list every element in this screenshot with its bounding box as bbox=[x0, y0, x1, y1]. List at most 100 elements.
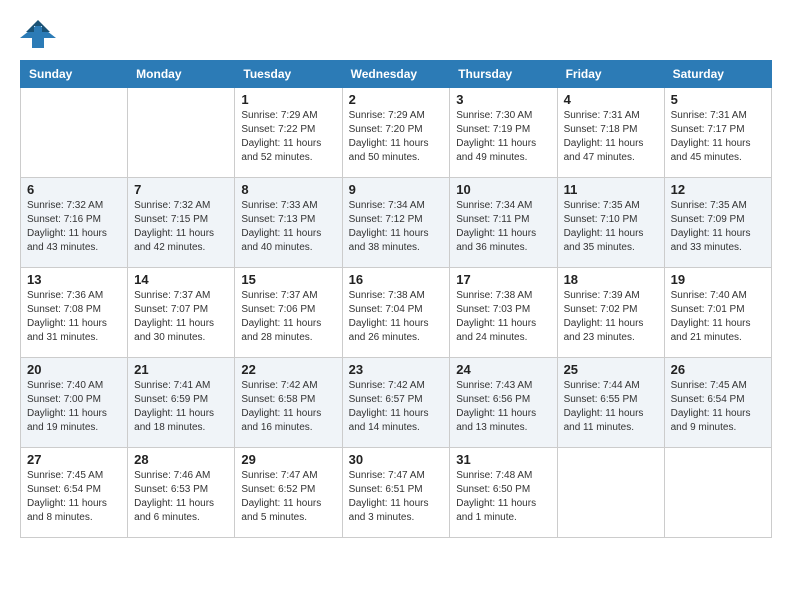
calendar-cell: 20 Sunrise: 7:40 AM Sunset: 7:00 PM Dayli… bbox=[21, 358, 128, 448]
day-info: Sunrise: 7:31 AM Sunset: 7:18 PM Dayligh… bbox=[564, 109, 658, 165]
day-number: 11 bbox=[564, 182, 658, 197]
weekday-header: Wednesday bbox=[342, 61, 450, 88]
day-info: Sunrise: 7:29 AM Sunset: 7:22 PM Dayligh… bbox=[241, 109, 335, 165]
day-info: Sunrise: 7:35 AM Sunset: 7:09 PM Dayligh… bbox=[671, 199, 765, 255]
day-number: 28 bbox=[134, 452, 228, 467]
day-number: 8 bbox=[241, 182, 335, 197]
day-number: 1 bbox=[241, 92, 335, 107]
calendar-week-row: 13 Sunrise: 7:36 AM Sunset: 7:08 PM Dayli… bbox=[21, 268, 772, 358]
calendar-week-row: 27Sunrise: 7:45 AM Sunset: 6:54 PM Dayli… bbox=[21, 448, 772, 538]
calendar-cell: 14 Sunrise: 7:37 AM Sunset: 7:07 PM Dayli… bbox=[128, 268, 235, 358]
calendar-cell: 8 Sunrise: 7:33 AM Sunset: 7:13 PM Daylig… bbox=[235, 178, 342, 268]
day-info: Sunrise: 7:43 AM Sunset: 6:56 PM Dayligh… bbox=[456, 379, 550, 435]
day-info: Sunrise: 7:42 AM Sunset: 6:58 PM Dayligh… bbox=[241, 379, 335, 435]
day-number: 26 bbox=[671, 362, 765, 377]
calendar-cell: 19 Sunrise: 7:40 AM Sunset: 7:01 PM Dayli… bbox=[664, 268, 771, 358]
weekday-header: Saturday bbox=[664, 61, 771, 88]
day-info: Sunrise: 7:40 AM Sunset: 7:01 PM Dayligh… bbox=[671, 289, 765, 345]
calendar-cell: 12 Sunrise: 7:35 AM Sunset: 7:09 PM Dayli… bbox=[664, 178, 771, 268]
day-info: Sunrise: 7:38 AM Sunset: 7:03 PM Dayligh… bbox=[456, 289, 550, 345]
calendar-cell: 26 Sunrise: 7:45 AM Sunset: 6:54 PM Dayli… bbox=[664, 358, 771, 448]
day-info: Sunrise: 7:37 AM Sunset: 7:06 PM Dayligh… bbox=[241, 289, 335, 345]
day-number: 3 bbox=[456, 92, 550, 107]
calendar-cell bbox=[128, 88, 235, 178]
day-number: 22 bbox=[241, 362, 335, 377]
calendar-cell: 21 Sunrise: 7:41 AM Sunset: 6:59 PM Dayli… bbox=[128, 358, 235, 448]
calendar-cell: 25Sunrise: 7:44 AM Sunset: 6:55 PM Dayli… bbox=[557, 358, 664, 448]
day-info: Sunrise: 7:39 AM Sunset: 7:02 PM Dayligh… bbox=[564, 289, 658, 345]
calendar-cell: 4 Sunrise: 7:31 AM Sunset: 7:18 PM Daylig… bbox=[557, 88, 664, 178]
day-number: 10 bbox=[456, 182, 550, 197]
calendar-cell bbox=[21, 88, 128, 178]
day-info: Sunrise: 7:32 AM Sunset: 7:16 PM Dayligh… bbox=[27, 199, 121, 255]
logo-icon bbox=[20, 20, 56, 50]
calendar-cell: 23Sunrise: 7:42 AM Sunset: 6:57 PM Dayli… bbox=[342, 358, 450, 448]
day-number: 19 bbox=[671, 272, 765, 287]
calendar-cell: 9Sunrise: 7:34 AM Sunset: 7:12 PM Daylig… bbox=[342, 178, 450, 268]
calendar-cell: 31 Sunrise: 7:48 AM Sunset: 6:50 PM Dayli… bbox=[450, 448, 557, 538]
day-info: Sunrise: 7:45 AM Sunset: 6:54 PM Dayligh… bbox=[27, 469, 121, 525]
weekday-header: Friday bbox=[557, 61, 664, 88]
day-info: Sunrise: 7:34 AM Sunset: 7:11 PM Dayligh… bbox=[456, 199, 550, 255]
weekday-header: Thursday bbox=[450, 61, 557, 88]
calendar-cell: 15 Sunrise: 7:37 AM Sunset: 7:06 PM Dayli… bbox=[235, 268, 342, 358]
day-number: 18 bbox=[564, 272, 658, 287]
day-number: 20 bbox=[27, 362, 121, 377]
day-info: Sunrise: 7:48 AM Sunset: 6:50 PM Dayligh… bbox=[456, 469, 550, 525]
day-number: 21 bbox=[134, 362, 228, 377]
logo bbox=[20, 20, 62, 50]
day-number: 23 bbox=[349, 362, 444, 377]
day-number: 6 bbox=[27, 182, 121, 197]
day-number: 9 bbox=[349, 182, 444, 197]
day-number: 17 bbox=[456, 272, 550, 287]
day-number: 2 bbox=[349, 92, 444, 107]
calendar-header-row: SundayMondayTuesdayWednesdayThursdayFrid… bbox=[21, 61, 772, 88]
calendar-cell: 11 Sunrise: 7:35 AM Sunset: 7:10 PM Dayli… bbox=[557, 178, 664, 268]
day-info: Sunrise: 7:40 AM Sunset: 7:00 PM Dayligh… bbox=[27, 379, 121, 435]
day-number: 5 bbox=[671, 92, 765, 107]
day-info: Sunrise: 7:35 AM Sunset: 7:10 PM Dayligh… bbox=[564, 199, 658, 255]
calendar-body: 1 Sunrise: 7:29 AM Sunset: 7:22 PM Daylig… bbox=[21, 88, 772, 538]
day-info: Sunrise: 7:45 AM Sunset: 6:54 PM Dayligh… bbox=[671, 379, 765, 435]
calendar-cell: 18 Sunrise: 7:39 AM Sunset: 7:02 PM Dayli… bbox=[557, 268, 664, 358]
weekday-header: Monday bbox=[128, 61, 235, 88]
day-info: Sunrise: 7:47 AM Sunset: 6:51 PM Dayligh… bbox=[349, 469, 444, 525]
day-info: Sunrise: 7:47 AM Sunset: 6:52 PM Dayligh… bbox=[241, 469, 335, 525]
calendar-cell: 5 Sunrise: 7:31 AM Sunset: 7:17 PM Daylig… bbox=[664, 88, 771, 178]
calendar-cell bbox=[557, 448, 664, 538]
day-number: 15 bbox=[241, 272, 335, 287]
calendar-cell: 10 Sunrise: 7:34 AM Sunset: 7:11 PM Dayli… bbox=[450, 178, 557, 268]
day-info: Sunrise: 7:41 AM Sunset: 6:59 PM Dayligh… bbox=[134, 379, 228, 435]
day-number: 14 bbox=[134, 272, 228, 287]
day-info: Sunrise: 7:29 AM Sunset: 7:20 PM Dayligh… bbox=[349, 109, 444, 165]
calendar-cell: 3Sunrise: 7:30 AM Sunset: 7:19 PM Daylig… bbox=[450, 88, 557, 178]
day-number: 4 bbox=[564, 92, 658, 107]
day-info: Sunrise: 7:44 AM Sunset: 6:55 PM Dayligh… bbox=[564, 379, 658, 435]
day-info: Sunrise: 7:46 AM Sunset: 6:53 PM Dayligh… bbox=[134, 469, 228, 525]
day-info: Sunrise: 7:31 AM Sunset: 7:17 PM Dayligh… bbox=[671, 109, 765, 165]
day-info: Sunrise: 7:36 AM Sunset: 7:08 PM Dayligh… bbox=[27, 289, 121, 345]
day-info: Sunrise: 7:37 AM Sunset: 7:07 PM Dayligh… bbox=[134, 289, 228, 345]
calendar-table: SundayMondayTuesdayWednesdayThursdayFrid… bbox=[20, 60, 772, 538]
calendar-cell: 22 Sunrise: 7:42 AM Sunset: 6:58 PM Dayli… bbox=[235, 358, 342, 448]
day-number: 29 bbox=[241, 452, 335, 467]
weekday-header: Tuesday bbox=[235, 61, 342, 88]
weekday-header: Sunday bbox=[21, 61, 128, 88]
calendar-cell: 29 Sunrise: 7:47 AM Sunset: 6:52 PM Dayli… bbox=[235, 448, 342, 538]
day-number: 16 bbox=[349, 272, 444, 287]
day-info: Sunrise: 7:33 AM Sunset: 7:13 PM Dayligh… bbox=[241, 199, 335, 255]
page-header bbox=[20, 20, 772, 50]
day-number: 31 bbox=[456, 452, 550, 467]
calendar-week-row: 6 Sunrise: 7:32 AM Sunset: 7:16 PM Daylig… bbox=[21, 178, 772, 268]
calendar-cell: 24Sunrise: 7:43 AM Sunset: 6:56 PM Dayli… bbox=[450, 358, 557, 448]
calendar-cell: 2 Sunrise: 7:29 AM Sunset: 7:20 PM Daylig… bbox=[342, 88, 450, 178]
day-info: Sunrise: 7:38 AM Sunset: 7:04 PM Dayligh… bbox=[349, 289, 444, 345]
calendar-week-row: 20 Sunrise: 7:40 AM Sunset: 7:00 PM Dayli… bbox=[21, 358, 772, 448]
calendar-cell: 27Sunrise: 7:45 AM Sunset: 6:54 PM Dayli… bbox=[21, 448, 128, 538]
day-number: 12 bbox=[671, 182, 765, 197]
day-number: 30 bbox=[349, 452, 444, 467]
calendar-cell bbox=[664, 448, 771, 538]
day-number: 13 bbox=[27, 272, 121, 287]
calendar-week-row: 1 Sunrise: 7:29 AM Sunset: 7:22 PM Daylig… bbox=[21, 88, 772, 178]
day-info: Sunrise: 7:32 AM Sunset: 7:15 PM Dayligh… bbox=[134, 199, 228, 255]
